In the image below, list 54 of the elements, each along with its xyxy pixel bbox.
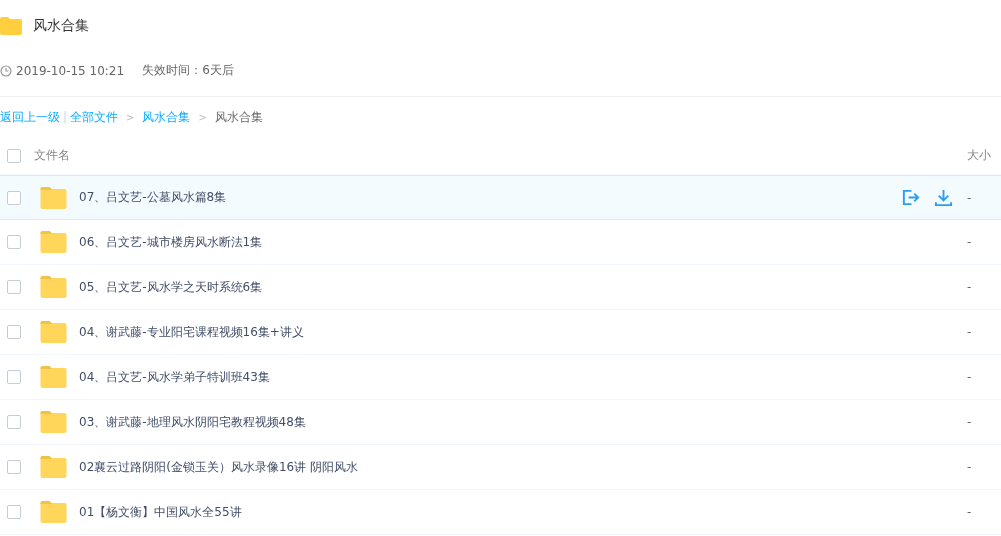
row-checkbox[interactable] <box>7 370 21 384</box>
folder-icon <box>0 17 22 35</box>
breadcrumb-current: 风水合集 <box>214 108 263 126</box>
file-name[interactable]: 06、吕文艺-城市楼房风水断法1集 <box>79 233 953 251</box>
file-row[interactable]: 04、吕文艺-风水学弟子特训班43集 - <box>0 355 1001 400</box>
file-name[interactable]: 03、谢武藤-地理风水阴阳宅教程视频48集 <box>79 413 953 431</box>
breadcrumb-separator: > <box>198 111 207 123</box>
breadcrumb-divider: | <box>63 110 68 124</box>
share-icon[interactable] <box>901 188 920 207</box>
row-checkbox[interactable] <box>7 325 21 339</box>
column-header[interactable]: 大小 <box>967 147 991 164</box>
download-icon[interactable] <box>934 188 953 207</box>
file-size: - <box>967 505 973 519</box>
row-checkbox[interactable] <box>7 460 21 474</box>
folder-icon <box>40 456 67 478</box>
column-header[interactable]: 文件名 <box>34 147 967 164</box>
file-name[interactable]: 04、谢武藤-专业阳宅课程视频16集+讲义 <box>79 323 953 341</box>
folder-icon <box>40 411 67 433</box>
folder-icon <box>40 366 67 388</box>
share-date: 2019-10-15 10:21 <box>16 63 125 78</box>
row-checkbox[interactable] <box>7 415 21 429</box>
folder-icon <box>40 321 67 343</box>
file-name[interactable]: 05、吕文艺-风水学之天时系统6集 <box>79 278 953 296</box>
file-row[interactable]: 02襄云过路阴阳(金锁玉关）风水录像16讲 阴阳风水 - <box>0 445 1001 490</box>
expiry-text: 失效时间：6天后 <box>142 62 234 79</box>
folder-icon <box>40 276 67 298</box>
row-checkbox[interactable] <box>7 190 21 205</box>
row-checkbox[interactable] <box>7 505 21 519</box>
file-row[interactable]: 03、谢武藤-地理风水阴阳宅教程视频48集 - <box>0 400 1001 445</box>
file-name[interactable]: 02襄云过路阴阳(金锁玉关）风水录像16讲 阴阳风水 <box>79 458 953 476</box>
file-size: - <box>967 370 973 384</box>
folder-icon <box>40 501 67 523</box>
folder-icon <box>40 186 67 209</box>
file-size: - <box>967 325 973 339</box>
file-size: - <box>967 190 973 205</box>
file-name[interactable]: 01【杨文衡】中国风水全55讲 <box>79 503 953 521</box>
share-title: 风水合集 <box>33 17 89 35</box>
file-row[interactable]: 07、吕文艺-公墓风水篇8集 - <box>0 175 1001 220</box>
select-all-checkbox[interactable] <box>7 148 21 163</box>
row-checkbox[interactable] <box>7 235 21 249</box>
file-size: - <box>967 280 973 294</box>
clock-icon <box>0 64 12 77</box>
file-size: - <box>967 235 973 249</box>
file-name[interactable]: 07、吕文艺-公墓风水篇8集 <box>79 189 887 206</box>
file-row[interactable]: 05、吕文艺-风水学之天时系统6集 - <box>0 265 1001 310</box>
file-name[interactable]: 04、吕文艺-风水学弟子特训班43集 <box>79 368 953 386</box>
file-row[interactable]: 01【杨文衡】中国风水全55讲 - <box>0 490 1001 535</box>
folder-icon <box>40 231 67 253</box>
breadcrumb-separator: > <box>126 111 135 123</box>
row-checkbox[interactable] <box>7 280 21 294</box>
file-size: - <box>967 415 973 429</box>
file-row[interactable]: 06、吕文艺-城市楼房风水断法1集 - <box>0 220 1001 265</box>
file-row[interactable]: 04、谢武藤-专业阳宅课程视频16集+讲义 - <box>0 310 1001 355</box>
file-size: - <box>967 460 973 474</box>
